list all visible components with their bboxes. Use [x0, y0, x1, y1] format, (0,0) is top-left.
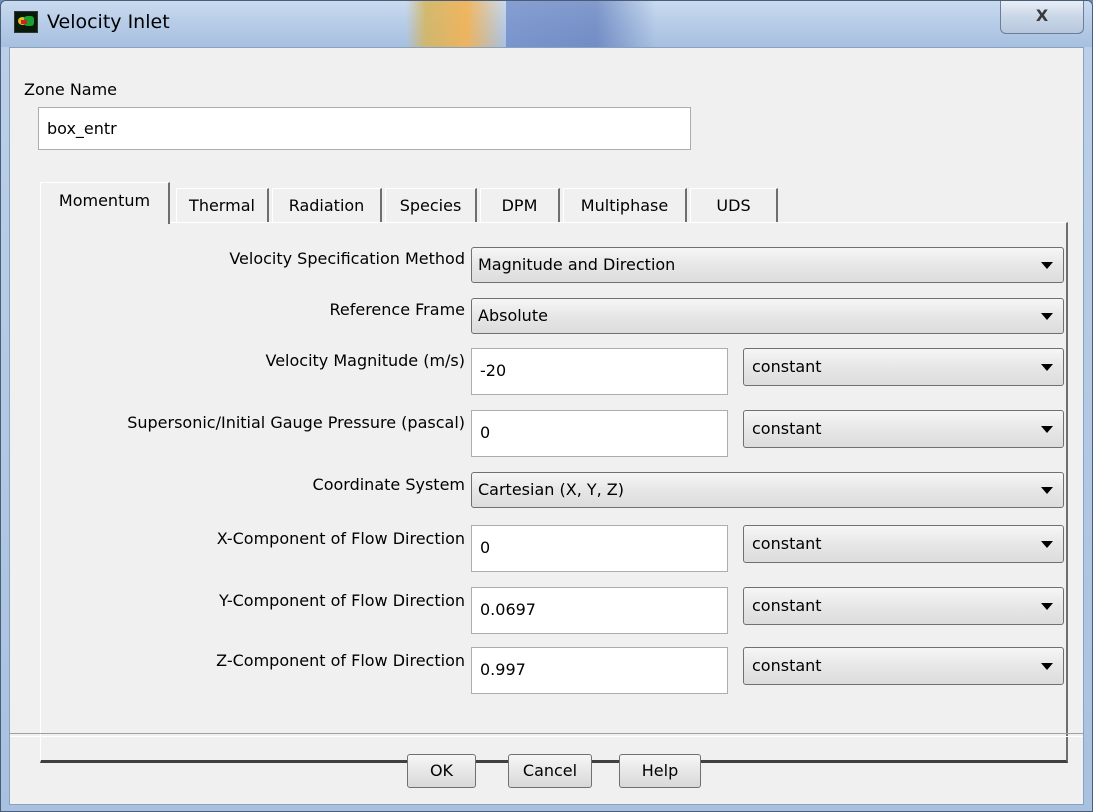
- velocity-magnitude-profile-dropdown[interactable]: constant: [743, 348, 1064, 386]
- y-component-input[interactable]: 0.0697: [471, 587, 728, 634]
- dropdown-value: constant: [752, 357, 822, 376]
- chevron-down-icon: [1041, 313, 1053, 320]
- tab-label: DPM: [501, 196, 538, 215]
- dropdown-value: Cartesian (X, Y, Z): [478, 480, 625, 499]
- input-value: 0.997: [480, 660, 526, 679]
- input-value: 0.0697: [480, 600, 536, 619]
- cancel-button[interactable]: Cancel: [508, 754, 592, 788]
- help-button[interactable]: Help: [619, 754, 701, 788]
- reference-frame-dropdown[interactable]: Absolute: [471, 298, 1064, 334]
- input-value: 0: [480, 538, 491, 557]
- title-bar-glow: [406, 1, 506, 47]
- dropdown-value: Absolute: [478, 306, 548, 325]
- velocity-spec-method-dropdown[interactable]: Magnitude and Direction: [471, 247, 1064, 283]
- button-label: OK: [429, 761, 454, 780]
- fluent-app-icon: [14, 11, 38, 33]
- chevron-down-icon: [1041, 426, 1053, 433]
- z-component-label: Z-Component of Flow Direction: [216, 651, 465, 670]
- close-button[interactable]: X: [1000, 1, 1084, 34]
- tab-radiation[interactable]: Radiation: [272, 188, 382, 222]
- x-component-label: X-Component of Flow Direction: [216, 529, 465, 548]
- dropdown-value: constant: [752, 419, 822, 438]
- button-label: Help: [641, 761, 679, 780]
- chevron-down-icon: [1041, 487, 1053, 494]
- dropdown-value: constant: [752, 656, 822, 675]
- tab-dpm[interactable]: DPM: [480, 188, 560, 222]
- close-icon: X: [1035, 6, 1049, 25]
- chevron-down-icon: [1041, 262, 1053, 269]
- chevron-down-icon: [1041, 364, 1053, 371]
- gauge-pressure-input[interactable]: 0: [471, 410, 728, 457]
- dialog-body: Zone Name Momentum Thermal Radiation Spe…: [9, 47, 1084, 805]
- x-component-input[interactable]: 0: [471, 525, 728, 572]
- velocity-magnitude-label: Velocity Magnitude (m/s): [265, 351, 466, 370]
- momentum-panel: Velocity Specification Method Magnitude …: [40, 222, 1068, 763]
- velocity-spec-method-label: Velocity Specification Method: [229, 249, 465, 268]
- button-label: Cancel: [522, 761, 578, 780]
- tab-label: Momentum: [58, 191, 151, 210]
- title-bar-glow: [506, 1, 656, 47]
- tab-momentum[interactable]: Momentum: [40, 182, 170, 224]
- z-component-profile-dropdown[interactable]: constant: [743, 647, 1064, 685]
- tab-multiphase[interactable]: Multiphase: [563, 188, 687, 222]
- ok-button[interactable]: OK: [407, 754, 476, 788]
- input-value: -20: [480, 361, 507, 380]
- velocity-magnitude-input[interactable]: -20: [471, 348, 728, 395]
- window-title: Velocity Inlet: [47, 11, 170, 33]
- footer-divider: [10, 733, 1083, 737]
- dropdown-value: Magnitude and Direction: [478, 255, 676, 274]
- gauge-pressure-profile-dropdown[interactable]: constant: [743, 410, 1064, 448]
- tab-label: Multiphase: [580, 196, 669, 215]
- dropdown-value: constant: [752, 534, 822, 553]
- coordinate-system-label: Coordinate System: [312, 475, 465, 494]
- dropdown-value: constant: [752, 596, 822, 615]
- reference-frame-label: Reference Frame: [329, 300, 465, 319]
- velocity-inlet-dialog: Velocity Inlet X Zone Name Momentum Ther…: [0, 0, 1093, 812]
- tab-uds[interactable]: UDS: [690, 188, 778, 222]
- tab-thermal[interactable]: Thermal: [176, 188, 269, 222]
- zone-name-label: Zone Name: [24, 80, 118, 99]
- gauge-pressure-label: Supersonic/Initial Gauge Pressure (pasca…: [127, 413, 465, 432]
- y-component-label: Y-Component of Flow Direction: [218, 591, 465, 610]
- z-component-input[interactable]: 0.997: [471, 647, 728, 694]
- zone-name-input[interactable]: [38, 107, 691, 150]
- tab-label: Species: [399, 196, 462, 215]
- title-bar[interactable]: Velocity Inlet X: [1, 1, 1092, 47]
- input-value: 0: [480, 423, 491, 442]
- tab-species[interactable]: Species: [385, 188, 477, 222]
- tab-label: Thermal: [189, 196, 255, 215]
- chevron-down-icon: [1041, 603, 1053, 610]
- tab-label: UDS: [716, 196, 751, 215]
- tab-label: Radiation: [288, 196, 365, 215]
- y-component-profile-dropdown[interactable]: constant: [743, 587, 1064, 625]
- coordinate-system-dropdown[interactable]: Cartesian (X, Y, Z): [471, 472, 1064, 508]
- chevron-down-icon: [1041, 541, 1053, 548]
- chevron-down-icon: [1041, 663, 1053, 670]
- x-component-profile-dropdown[interactable]: constant: [743, 525, 1064, 563]
